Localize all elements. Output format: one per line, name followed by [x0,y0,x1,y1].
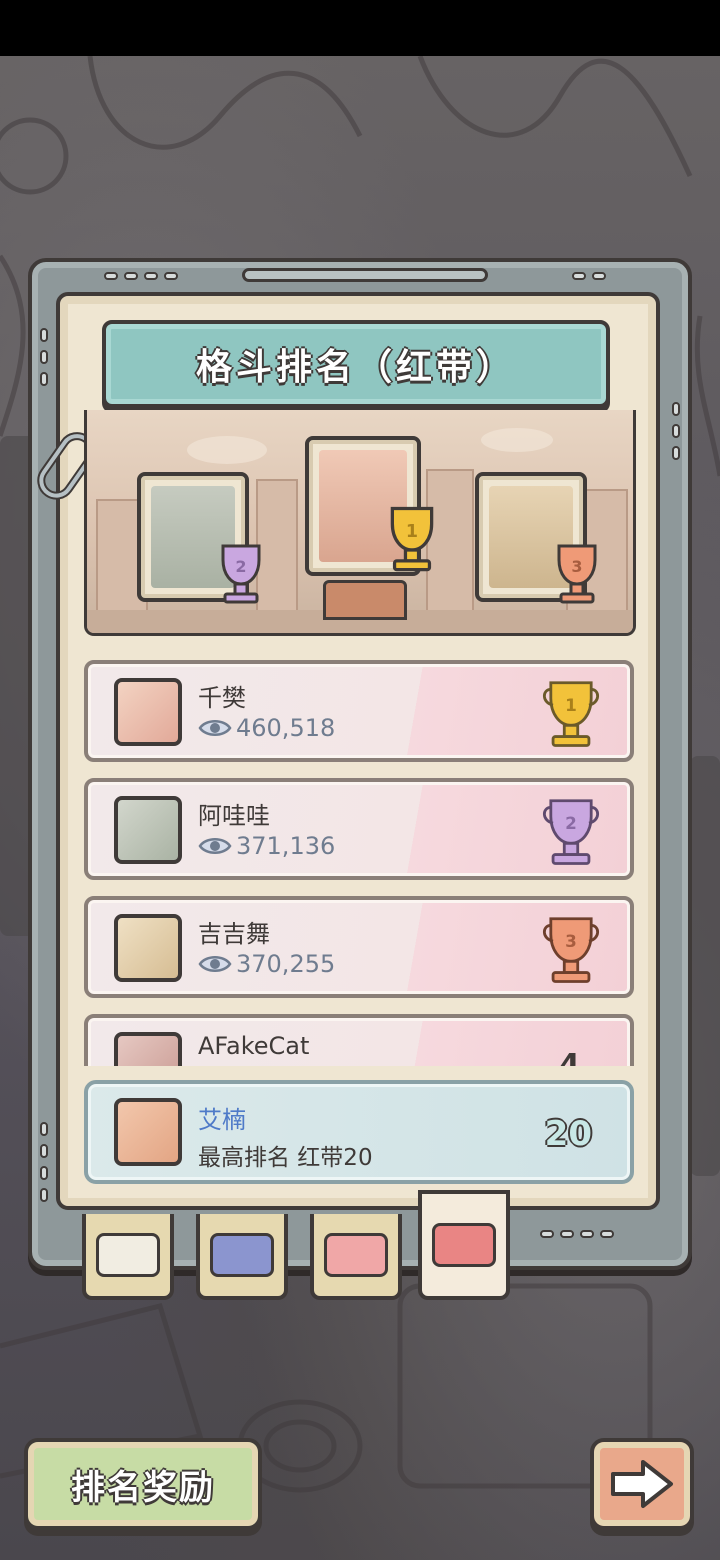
ranking-row-1[interactable]: 千樊 460,518 1 [84,660,634,762]
trophy-rank: 2 [565,813,577,833]
my-rank-number: 20 [544,1114,592,1154]
reward-button-label: 排名奖励 [71,1467,215,1508]
ranking-row-2[interactable]: 阿哇哇 371,136 2 [84,778,634,880]
eye-icon [198,720,232,736]
frame-dots [104,272,178,280]
title-banner: 格斗排名（红带） [102,320,610,408]
player-name: 阿哇哇 [198,802,270,830]
podium-first-label: 1 [406,522,418,542]
avatar [114,796,182,864]
avatar [114,678,182,746]
blue-belt-icon [210,1233,274,1277]
podium-stand [323,580,407,620]
frame-slot [242,268,488,282]
podium-scene: 2 1 3 [84,410,636,636]
page-title: 格斗排名（红带） [195,347,516,388]
trophy-bronze-icon: 3 [542,917,600,983]
frame-dots-side [672,402,680,460]
list-overflow: AFakeCat 4 [60,1010,660,1066]
rank-number: 4 [559,1048,580,1066]
white-belt-icon [96,1233,160,1277]
ranking-row-4[interactable]: AFakeCat 4 [84,1014,634,1066]
red-belt-icon [432,1223,496,1267]
arrow-right-icon [611,1460,673,1508]
player-score: 371,136 [198,832,335,860]
pink-belt-icon [324,1233,388,1277]
my-ranking-row[interactable]: 艾楠 最高排名 红带20 20 [84,1080,634,1184]
tab-red-belt[interactable] [418,1190,510,1300]
player-score: 370,255 [198,950,335,978]
trophy-third-icon: 3 [557,544,597,604]
podium-third-label: 3 [571,557,582,576]
player-name: AFakeCat [198,1032,310,1060]
trophy-first-icon: 1 [390,506,434,572]
frame-dots-left [40,328,48,386]
ranking-reward-button[interactable]: 排名奖励 [24,1438,262,1530]
player-score: 460,518 [198,714,335,742]
trophy-rank: 3 [565,931,577,951]
avatar [114,1098,182,1166]
next-button[interactable] [590,1438,694,1530]
score-value: 460,518 [236,714,336,742]
tab-blue-belt[interactable] [196,1214,288,1300]
frame-dots-lower-left [40,1122,48,1202]
player-name: 吉吉舞 [198,920,270,948]
my-name: 艾楠 [198,1106,246,1134]
tab-pink-belt[interactable] [310,1214,402,1300]
best-rank-text: 最高排名 红带20 [198,1145,373,1171]
frame-dots-right [572,272,606,280]
trophy-rank: 1 [565,695,577,715]
score-value: 371,136 [236,832,336,860]
tab-white-belt[interactable] [82,1214,174,1300]
status-bar [0,0,720,56]
avatar [114,914,182,982]
player-name: 千樊 [198,684,246,712]
trophy-gold-icon: 1 [542,681,600,747]
trophy-silver-icon: 2 [542,799,600,865]
avatar [114,1032,182,1066]
podium-second-label: 2 [235,557,246,576]
ranking-row-3[interactable]: 吉吉舞 370,255 3 [84,896,634,998]
trophy-second-icon: 2 [221,544,261,604]
eye-icon [198,956,232,972]
frame-dots-bottom [540,1230,614,1238]
eye-icon [198,838,232,854]
score-value: 370,255 [236,950,336,978]
